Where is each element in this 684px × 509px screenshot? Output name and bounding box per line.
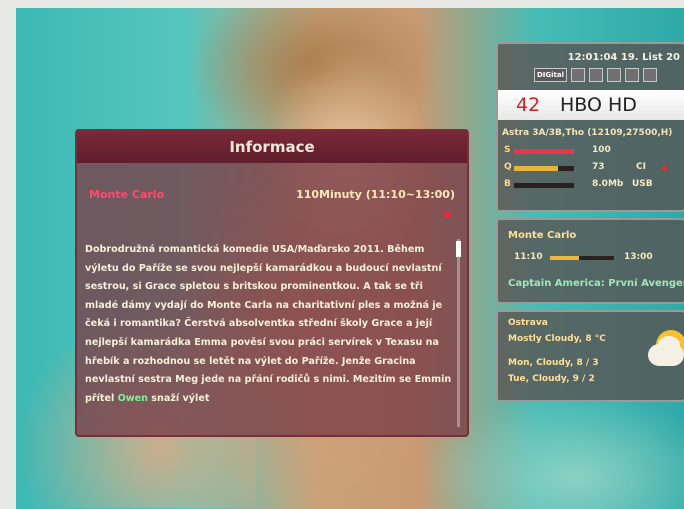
program-progress-fill bbox=[550, 256, 579, 260]
weather-forecast-day1: Mon, Cloudy, 8 / 3 bbox=[508, 358, 599, 368]
clock-date: 12:01:04 19. List 20 bbox=[567, 52, 680, 63]
meter-value: 73 bbox=[592, 162, 605, 172]
weather-forecast-day2: Tue, Cloudy, 9 / 2 bbox=[508, 374, 595, 384]
program-end-time: 13:00 bbox=[624, 252, 653, 262]
current-program: Monte Carlo bbox=[508, 230, 577, 241]
meter-label: B bbox=[504, 179, 511, 189]
program-description: Dobrodružná romantická komedie USA/Maďar… bbox=[85, 241, 453, 431]
info-window-title: Informace bbox=[77, 131, 467, 163]
meter-label: S bbox=[504, 145, 511, 155]
channel-bar: 42 HBO HD bbox=[498, 90, 684, 120]
record-indicator-icon bbox=[444, 211, 451, 218]
status-icons: DIGital bbox=[534, 68, 658, 82]
ci-status-icon bbox=[662, 166, 667, 171]
description-scrollbar[interactable] bbox=[457, 239, 460, 427]
program-progress-bar bbox=[550, 256, 614, 260]
next-program: Captain America: První Avenger bbox=[508, 278, 684, 289]
lock-icon bbox=[643, 68, 658, 82]
scrollbar-thumb[interactable] bbox=[456, 241, 461, 257]
channel-panel: 12:01:04 19. List 20 DIGital 42 HBO HD A… bbox=[496, 42, 684, 212]
epg-icon bbox=[607, 68, 622, 82]
program-duration: 110Minuty (11:10~13:00) bbox=[296, 188, 455, 201]
signal-strength-fill bbox=[514, 149, 574, 154]
description-text-end: snaží výlet bbox=[147, 392, 210, 404]
epg-panel: Monte Carlo 11:10 13:00 Captain America:… bbox=[496, 218, 684, 304]
channel-number: 42 bbox=[516, 94, 541, 116]
satellite-info: Astra 3A/3B,Tho (12109,27500,H) bbox=[502, 128, 673, 138]
channel-name: HBO HD bbox=[560, 94, 637, 116]
meter-value: 100 bbox=[592, 145, 611, 155]
program-title: Monte Carlo bbox=[89, 188, 165, 201]
subtitle-icon bbox=[589, 68, 604, 82]
info-window: Informace Monte Carlo 110Minuty (11:10~1… bbox=[75, 129, 469, 437]
description-text: Dobrodružná romantická komedie USA/Maďar… bbox=[85, 244, 452, 404]
meter-value: 8.0Mb bbox=[592, 179, 624, 189]
tv-screen: Informace Monte Carlo 110Minuty (11:10~1… bbox=[16, 8, 684, 509]
weather-city: Ostrava bbox=[508, 318, 548, 328]
partly-cloudy-icon bbox=[648, 330, 684, 380]
program-start-time: 11:10 bbox=[514, 252, 543, 262]
usb-label: USB bbox=[632, 179, 653, 189]
description-highlight: Owen bbox=[117, 392, 148, 404]
signal-quality-fill bbox=[514, 166, 558, 171]
dollar-icon bbox=[625, 68, 640, 82]
weather-panel: Ostrava Mostly Cloudy, 8 °C Mon, Cloudy,… bbox=[496, 310, 684, 402]
ci-label: CI bbox=[636, 162, 646, 172]
teletext-icon bbox=[571, 68, 586, 82]
weather-current: Mostly Cloudy, 8 °C bbox=[508, 334, 606, 344]
meter-label: Q bbox=[504, 162, 512, 172]
digital-badge-icon: DIGital bbox=[534, 68, 568, 82]
